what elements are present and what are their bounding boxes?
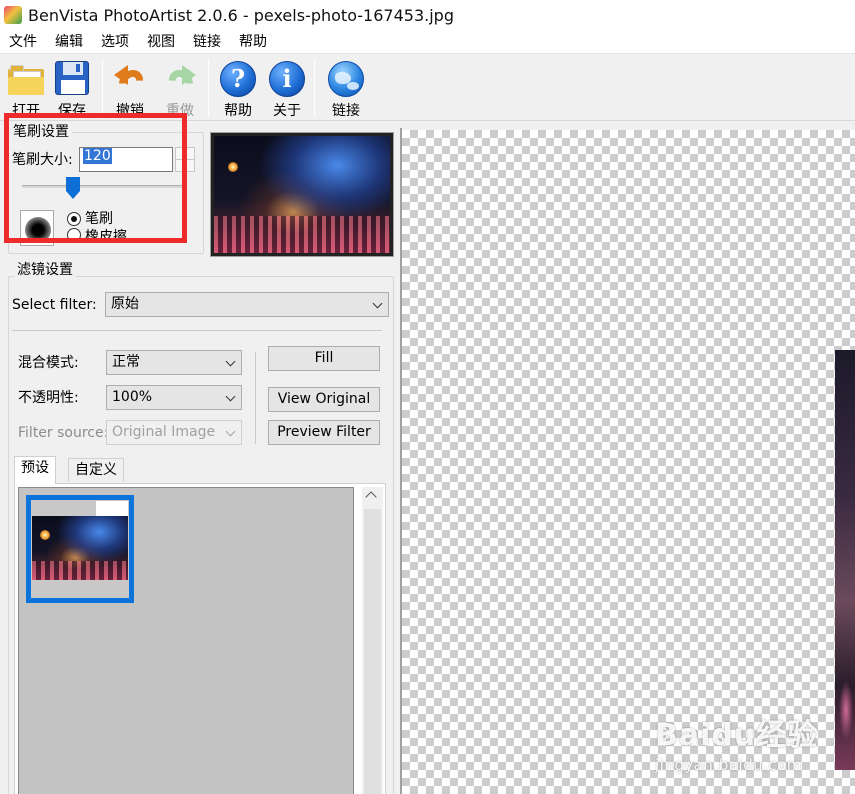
menu-view[interactable]: 视图 xyxy=(138,30,184,54)
chevron-down-icon xyxy=(225,391,236,402)
about-label: 关于 xyxy=(273,103,301,119)
menu-link[interactable]: 链接 xyxy=(184,30,230,54)
undo-arrow-icon xyxy=(112,63,148,99)
menu-edit[interactable]: 编辑 xyxy=(46,30,92,54)
save-button[interactable]: 保存 xyxy=(46,57,98,121)
baidu-watermark: Baidu经验 jingyan.baidu.com xyxy=(655,718,819,775)
folder-icon xyxy=(8,65,44,95)
divider xyxy=(12,330,382,331)
toolbar: 打开 保存 撤销 重做 ? 帮助 i 关于 链接 xyxy=(0,55,855,121)
preview-filter-button[interactable]: Preview Filter xyxy=(268,420,380,445)
redo-arrow-icon xyxy=(162,63,198,99)
filter-source-label: Filter source: xyxy=(18,425,109,441)
menu-help[interactable]: 帮助 xyxy=(230,30,276,54)
filter-settings-title: 滤镜设置 xyxy=(14,262,76,278)
opacity-value: 100% xyxy=(112,389,153,405)
menu-bar: 文件 编辑 选项 视图 链接 帮助 xyxy=(0,30,855,54)
blend-mode-label: 混合模式: xyxy=(18,355,79,371)
open-button[interactable]: 打开 xyxy=(0,57,52,121)
highlight-annotation-box xyxy=(4,113,187,243)
scroll-track[interactable] xyxy=(364,509,381,794)
save-disk-icon xyxy=(55,61,89,95)
preset-scrollbar[interactable] xyxy=(362,487,383,794)
app-logo-icon xyxy=(4,6,22,24)
chevron-down-icon xyxy=(225,426,236,437)
link-button[interactable]: 链接 xyxy=(320,57,372,121)
help-button[interactable]: ? 帮助 xyxy=(212,57,264,121)
menu-file[interactable]: 文件 xyxy=(0,30,46,54)
help-question-icon: ? xyxy=(220,61,256,97)
opacity-label: 不透明性: xyxy=(18,390,79,406)
chevron-down-icon xyxy=(225,356,236,367)
blend-mode-select[interactable]: 正常 xyxy=(106,350,242,375)
select-filter-label: Select filter: xyxy=(12,297,97,313)
preset-thumbnail-margin xyxy=(96,501,128,516)
filter-select[interactable]: 原始 xyxy=(105,292,389,317)
tab-presets[interactable]: 预设 xyxy=(14,456,56,484)
about-button[interactable]: i 关于 xyxy=(261,57,313,121)
scroll-up-arrow-icon[interactable] xyxy=(365,491,377,503)
watermark-main: Baidu经验 xyxy=(655,718,819,753)
info-icon: i xyxy=(269,61,305,97)
opacity-select[interactable]: 100% xyxy=(106,385,242,410)
fill-button[interactable]: Fill xyxy=(268,346,380,371)
filter-select-value: 原始 xyxy=(111,296,139,312)
chevron-down-icon xyxy=(372,298,383,309)
toolbar-separator xyxy=(208,59,209,117)
globe-icon xyxy=(328,61,364,97)
divider-vertical xyxy=(255,352,256,444)
watermark-url: jingyan.baidu.com xyxy=(655,756,802,774)
title-bar: BenVista PhotoArtist 2.0.6 - pexels-phot… xyxy=(0,0,855,30)
window-title: BenVista PhotoArtist 2.0.6 - pexels-phot… xyxy=(28,5,454,25)
blend-mode-value: 正常 xyxy=(112,354,140,370)
help-label: 帮助 xyxy=(224,103,252,119)
toolbar-separator xyxy=(314,59,315,117)
filter-source-value: Original Image xyxy=(112,424,216,440)
undo-button[interactable]: 撤销 xyxy=(104,57,156,121)
concert-photo-thumbnail xyxy=(214,136,390,253)
preset-thumbnail xyxy=(32,516,128,580)
canvas-photo-edge xyxy=(835,350,855,770)
menu-options[interactable]: 选项 xyxy=(92,30,138,54)
toolbar-separator xyxy=(102,59,103,117)
link-label: 链接 xyxy=(332,103,360,119)
tab-custom[interactable]: 自定义 xyxy=(68,458,124,482)
navigator-thumbnail[interactable] xyxy=(210,132,394,257)
image-canvas[interactable] xyxy=(402,130,855,794)
redo-button[interactable]: 重做 xyxy=(154,57,206,121)
view-original-button[interactable]: View Original xyxy=(268,387,380,412)
filter-source-select[interactable]: Original Image xyxy=(106,420,242,445)
